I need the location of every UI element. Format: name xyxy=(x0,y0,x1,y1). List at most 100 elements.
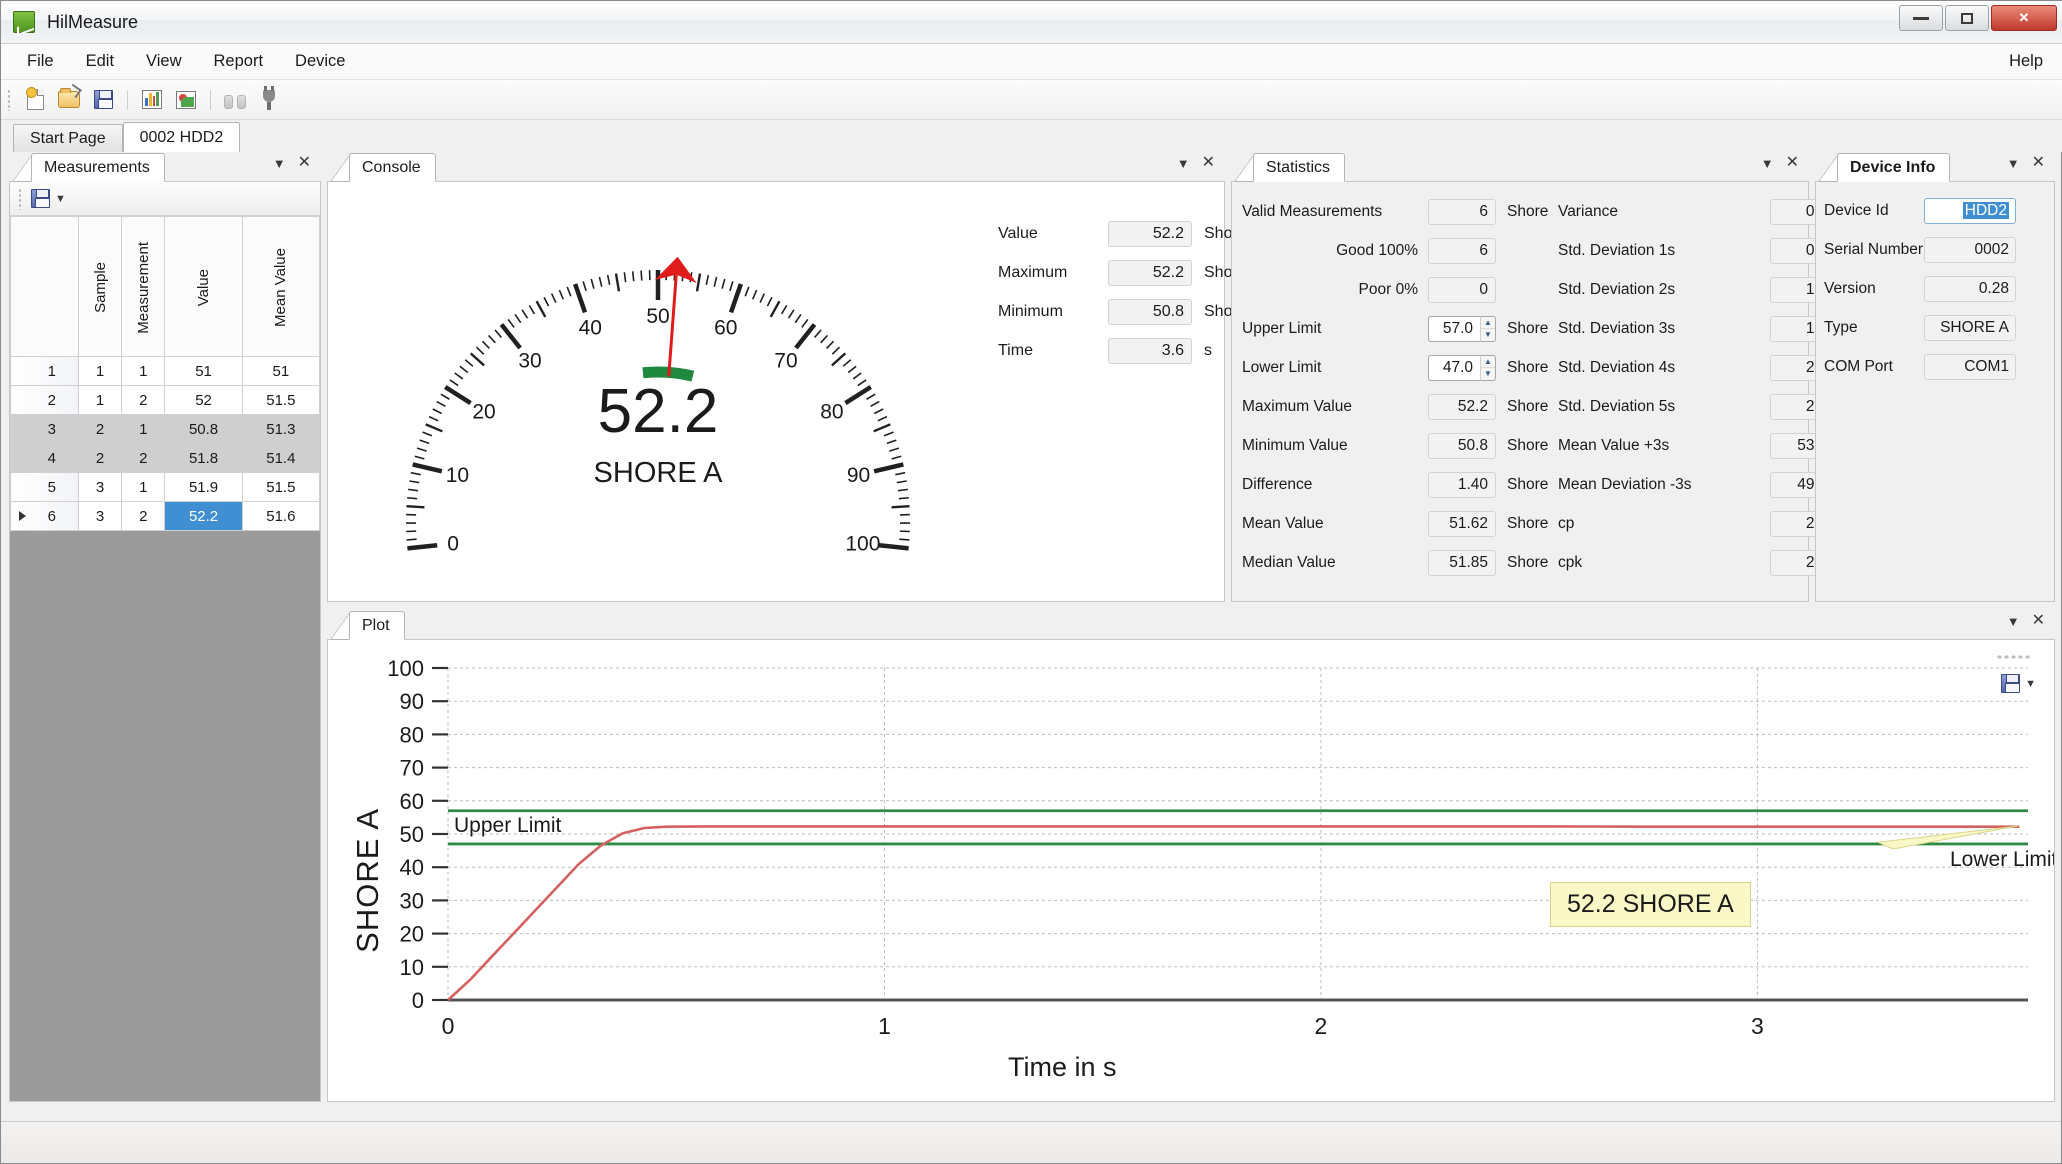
panel-close-icon[interactable]: ✕ xyxy=(2032,155,2045,171)
chart-button[interactable] xyxy=(137,86,167,114)
row-header[interactable]: 3 xyxy=(10,414,79,444)
table-row[interactable]: 5 3 1 51.9 51.5 xyxy=(10,472,321,502)
cell-mean[interactable]: 51.4 xyxy=(241,443,321,473)
spinner-up-icon[interactable]: ▲ xyxy=(1481,356,1495,368)
panel-close-icon[interactable]: ✕ xyxy=(298,155,311,171)
table-row[interactable]: 2 1 2 52 51.5 xyxy=(10,385,321,415)
readout-value: Value 52.2 Shore xyxy=(998,214,1247,253)
toolbar-grip[interactable] xyxy=(7,88,12,111)
close-button[interactable]: ✕ xyxy=(1991,5,2057,31)
cell-measurement[interactable]: 2 xyxy=(121,385,166,415)
new-document-button[interactable] xyxy=(20,86,50,114)
panel-menu-caret-icon[interactable]: ▼ xyxy=(1177,157,1190,170)
cell-measurement[interactable]: 2 xyxy=(121,443,166,473)
row-header[interactable]: 4 xyxy=(10,443,79,473)
panel-tab-plot[interactable]: Plot xyxy=(349,611,405,640)
tab-0002-hdd2[interactable]: 0002 HDD2 xyxy=(122,122,241,152)
column-header-measurement[interactable]: Measurement xyxy=(121,216,166,357)
cell-mean[interactable]: 51.5 xyxy=(241,385,321,415)
cell-sample[interactable]: 1 xyxy=(77,385,123,415)
open-button[interactable] xyxy=(54,86,84,114)
cell-value[interactable]: 51 xyxy=(164,356,243,386)
panel-close-icon[interactable]: ✕ xyxy=(1786,155,1799,171)
table-row[interactable]: 6 3 2 52.2 51.6 xyxy=(10,501,321,531)
cell-measurement[interactable]: 1 xyxy=(121,414,166,444)
column-header-sample[interactable]: Sample xyxy=(77,216,123,357)
panel-close-icon[interactable]: ✕ xyxy=(1202,155,1215,171)
cell-measurement[interactable]: 1 xyxy=(121,472,166,502)
connect-button[interactable] xyxy=(254,85,284,114)
cell-value[interactable]: 50.8 xyxy=(164,414,243,444)
device-info-field[interactable]: 0.28 xyxy=(1924,275,2016,302)
panel-tab-statistics[interactable]: Statistics xyxy=(1253,153,1346,182)
cell-value[interactable]: 52 xyxy=(164,385,243,415)
spinner-down-icon[interactable]: ▼ xyxy=(1481,368,1495,380)
panel-menu-caret-icon[interactable]: ▼ xyxy=(2007,157,2020,170)
menu-view[interactable]: View xyxy=(130,48,197,75)
column-header-mean-value[interactable]: Mean Value xyxy=(241,216,321,357)
row-header[interactable]: 2 xyxy=(10,385,79,415)
table-row[interactable]: 4 2 2 51.8 51.4 xyxy=(10,443,321,473)
device-info-field[interactable]: SHORE A xyxy=(1924,314,2016,341)
device-info-field[interactable]: COM1 xyxy=(1924,353,2016,380)
measurements-toolbar-grip[interactable] xyxy=(18,187,23,210)
analog-gauge: 0 10 20 30 40 50 60 70 80 90 100 52.2 SHORE A xyxy=(328,182,988,582)
menu-file[interactable]: File xyxy=(11,48,70,75)
row-header[interactable]: 5 xyxy=(10,472,79,502)
table-row[interactable]: 1 1 1 51 51 xyxy=(10,356,321,386)
menu-edit[interactable]: Edit xyxy=(70,48,130,75)
menu-help[interactable]: Help xyxy=(2009,52,2043,71)
plot-panel-header: Plot ▼ ✕ xyxy=(327,610,2055,640)
spinner[interactable]: ▲ ▼ xyxy=(1480,315,1496,342)
gauge-tick xyxy=(407,496,418,500)
panel-tab-device-info[interactable]: Device Info xyxy=(1837,153,1951,182)
row-header-current[interactable]: 6 xyxy=(10,501,79,531)
restore-button[interactable] xyxy=(1945,5,1989,31)
table-row[interactable]: 3 2 1 50.8 51.3 xyxy=(10,414,321,444)
device-info-label: Device Id xyxy=(1824,201,1889,219)
tab-start-page[interactable]: Start Page xyxy=(13,124,123,152)
cell-sample[interactable]: 1 xyxy=(77,356,123,386)
column-header-value[interactable]: Value xyxy=(164,216,243,357)
spinner[interactable]: ▲ ▼ xyxy=(1480,354,1496,381)
save-floppy-icon[interactable] xyxy=(31,189,50,208)
panel-menu-caret-icon[interactable]: ▼ xyxy=(2007,615,2020,628)
cell-sample[interactable]: 3 xyxy=(77,501,123,531)
panel-close-icon[interactable]: ✕ xyxy=(2032,613,2045,629)
gauge-tick xyxy=(831,352,847,367)
save-button[interactable] xyxy=(88,86,118,114)
gauge-tick xyxy=(705,274,710,286)
menu-report[interactable]: Report xyxy=(198,48,280,75)
menu-device[interactable]: Device xyxy=(279,48,361,75)
panel-tab-measurements[interactable]: Measurements xyxy=(31,153,165,182)
minimize-button[interactable] xyxy=(1899,5,1943,31)
panel-menu-caret-icon[interactable]: ▼ xyxy=(1761,157,1774,170)
gauge-tick xyxy=(728,283,743,314)
spinner-up-icon[interactable]: ▲ xyxy=(1481,317,1495,329)
row-header[interactable]: 1 xyxy=(10,356,79,386)
cell-sample[interactable]: 2 xyxy=(77,443,123,473)
cell-value[interactable]: 51.8 xyxy=(164,443,243,473)
cell-sample[interactable]: 2 xyxy=(77,414,123,444)
menu-bar: File Edit View Report Device Help xyxy=(1,44,2062,80)
spinner-down-icon[interactable]: ▼ xyxy=(1481,329,1495,341)
statistic-input[interactable]: 47.0 xyxy=(1428,354,1480,381)
device-info-field[interactable]: HDD2 xyxy=(1924,197,2016,224)
cell-value-selected[interactable]: 52.2 xyxy=(164,501,243,531)
cell-mean[interactable]: 51.6 xyxy=(241,501,321,531)
device-info-panel-body: Device Id HDD2 Serial Number 0002 Version 0.2… xyxy=(1815,182,2055,602)
cell-mean[interactable]: 51.5 xyxy=(241,472,321,502)
find-button[interactable] xyxy=(220,86,250,114)
chevron-down-icon[interactable]: ▼ xyxy=(55,193,66,205)
device-info-field[interactable]: 0002 xyxy=(1924,236,2016,263)
panel-menu-caret-icon[interactable]: ▼ xyxy=(273,157,286,170)
cell-sample[interactable]: 3 xyxy=(77,472,123,502)
statistic-input[interactable]: 57.0 xyxy=(1428,315,1480,342)
image-button[interactable] xyxy=(171,86,201,114)
cell-mean[interactable]: 51.3 xyxy=(241,414,321,444)
cell-measurement[interactable]: 1 xyxy=(121,356,166,386)
cell-mean[interactable]: 51 xyxy=(241,356,321,386)
cell-value[interactable]: 51.9 xyxy=(164,472,243,502)
cell-measurement[interactable]: 2 xyxy=(121,501,166,531)
panel-tab-console[interactable]: Console xyxy=(349,153,436,182)
